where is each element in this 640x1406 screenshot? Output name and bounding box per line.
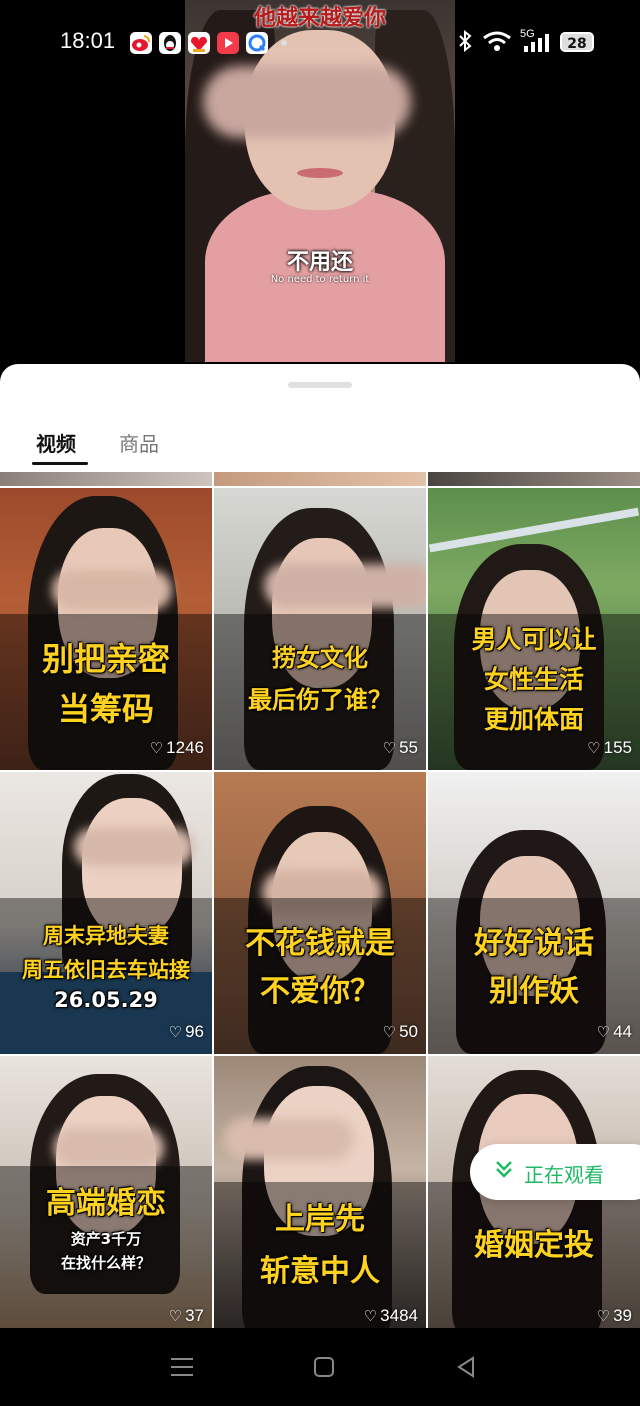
content-sheet: 视频 商品 别把亲密 当筹码 ♡ 1246 捞女文化 最后伤了谁？ ♡ 55 男… xyxy=(0,364,640,1328)
video-subtitle-cn: 不用还 xyxy=(286,250,353,275)
video-tile[interactable]: 高端婚恋 资产3千万 在找什么样？ ♡ 37 xyxy=(0,1056,212,1328)
tile-likes: ♡ 155 xyxy=(587,738,632,757)
notification-dot xyxy=(281,40,287,46)
sheet-drag-handle[interactable] xyxy=(288,382,352,388)
now-watching-label: 正在观看 xyxy=(524,1163,604,1187)
tile-caption: 好好说话 xyxy=(474,926,594,961)
tile-caption: 当筹码 xyxy=(57,690,154,728)
tab-goods[interactable]: 商品 xyxy=(119,428,159,457)
tile-likes: ♡ 3484 xyxy=(363,1306,418,1325)
video-subtitle-en: No need to return it xyxy=(270,274,370,285)
status-time: 18:01 xyxy=(60,28,116,53)
heart-icon: ♡ xyxy=(168,1024,183,1041)
video-tile[interactable]: 别把亲密 当筹码 ♡ 1246 xyxy=(0,488,212,770)
tile-caption: 婚姻定投 xyxy=(474,1228,594,1263)
video-app-icon xyxy=(217,32,239,54)
qq-icon xyxy=(159,32,181,54)
signal-icon xyxy=(524,34,550,57)
tile-caption: 不花钱就是 xyxy=(245,926,395,961)
heart-icon: ♡ xyxy=(596,1308,611,1325)
wifi-icon xyxy=(482,30,512,57)
tile-caption: 上岸先 xyxy=(275,1202,365,1237)
previous-row-peek xyxy=(0,472,640,486)
tile-caption: 更加体面 xyxy=(483,705,584,734)
home-icon[interactable] xyxy=(304,1350,344,1390)
tile-likes: ♡ 50 xyxy=(382,1022,418,1041)
tile-caption: 捞女文化 xyxy=(272,644,368,672)
heart-icon: ♡ xyxy=(596,1024,611,1041)
status-bar: 18:01 5G 28 xyxy=(0,24,640,64)
tile-caption: 别把亲密 xyxy=(41,640,170,678)
heart-icon: ♡ xyxy=(382,740,397,757)
heart-icon: ♡ xyxy=(382,1024,397,1041)
now-watching-button[interactable]: 正在观看 xyxy=(470,1144,640,1200)
tile-caption: 资产3千万 xyxy=(70,1230,142,1248)
tile-likes: ♡ 1246 xyxy=(149,738,204,757)
heart-icon: ♡ xyxy=(149,740,164,757)
tile-caption: 最后伤了谁？ xyxy=(248,686,392,714)
tile-caption: 别作妖 xyxy=(489,974,579,1009)
menu-icon[interactable] xyxy=(162,1350,202,1390)
video-face-blur xyxy=(203,66,411,138)
gift-app-icon xyxy=(188,32,210,54)
heart-icon: ♡ xyxy=(363,1308,378,1325)
video-tile[interactable]: 不花钱就是 不爱你？ ♡ 50 xyxy=(214,772,426,1054)
video-tile[interactable]: 周末异地夫妻 周五依旧去车站接 26.05.29 ♡ 96 xyxy=(0,772,212,1054)
heart-icon: ♡ xyxy=(168,1308,183,1325)
tile-caption: 周五依旧去车站接 xyxy=(22,958,190,982)
active-tab-indicator xyxy=(32,462,88,465)
tile-likes: ♡ 96 xyxy=(168,1022,204,1041)
tile-likes: ♡ 39 xyxy=(596,1306,632,1325)
battery-indicator: 28 xyxy=(560,32,594,52)
tile-caption: 男人可以让 xyxy=(471,625,597,654)
heart-icon: ♡ xyxy=(587,740,601,757)
bluetooth-icon xyxy=(458,29,472,57)
tile-likes: ♡ 37 xyxy=(168,1306,204,1325)
tile-caption: 26.05.29 xyxy=(54,988,158,1012)
video-tile[interactable]: 捞女文化 最后伤了谁？ ♡ 55 xyxy=(214,488,426,770)
browser-app-icon xyxy=(246,32,268,54)
video-lips xyxy=(297,168,343,178)
tile-caption: 周末异地夫妻 xyxy=(43,924,169,948)
system-navigation-bar xyxy=(0,1328,640,1406)
tile-caption: 不爱你？ xyxy=(260,974,380,1009)
back-icon[interactable] xyxy=(446,1350,486,1390)
double-chevron-down-icon xyxy=(494,1158,514,1185)
tile-caption: 在找什么样？ xyxy=(60,1254,151,1272)
tile-caption: 高端婚恋 xyxy=(46,1186,166,1221)
tile-likes: ♡ 55 xyxy=(382,738,418,757)
video-tile[interactable]: 男人可以让 女性生活 更加体面 ♡ 155 xyxy=(428,488,640,770)
video-tile[interactable]: 上岸先 斩意中人 ♡ 3484 xyxy=(214,1056,426,1328)
tile-caption: 斩意中人 xyxy=(260,1254,380,1289)
tab-videos[interactable]: 视频 xyxy=(36,428,76,457)
tile-likes: ♡ 44 xyxy=(596,1022,632,1041)
tile-caption: 女性生活 xyxy=(483,665,584,694)
video-tile[interactable]: 好好说话 别作妖 ♡ 44 xyxy=(428,772,640,1054)
weibo-icon xyxy=(130,32,152,54)
